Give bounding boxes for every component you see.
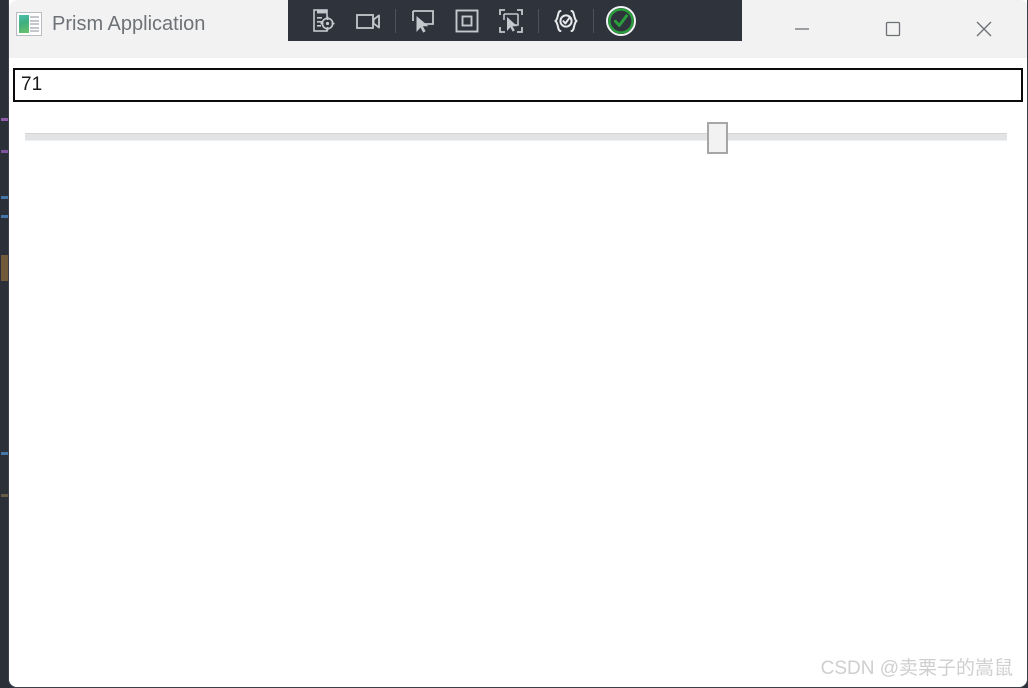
app-window-thumbnail-icon: [16, 12, 42, 36]
background-artifact: [1, 494, 8, 497]
icon-list-lines: [30, 15, 39, 33]
close-button[interactable]: [938, 0, 1027, 58]
minimize-button[interactable]: [756, 0, 847, 58]
client-area: CSDN @卖栗子的嵩鼠: [9, 58, 1027, 687]
background-artifact: [1, 215, 8, 218]
toolbar-separator: [538, 8, 539, 33]
background-artifact: [1, 118, 8, 121]
cursor-in-panel-icon: [412, 9, 434, 33]
page-title: Prism Application: [52, 12, 206, 35]
minimize-icon: [794, 28, 809, 30]
title-bar: Prism Application: [9, 0, 1027, 58]
icon-gradient-panel: [19, 15, 29, 33]
capture-region-button[interactable]: [489, 4, 533, 38]
toolbar-separator: [395, 8, 396, 33]
close-icon: [976, 21, 991, 37]
window-title-group: Prism Application: [16, 4, 205, 44]
watermark: CSDN @卖栗子的嵩鼠: [820, 658, 1013, 679]
braces-check-icon: [554, 9, 578, 32]
green-check-circle-icon: [606, 5, 636, 36]
background-artifact: [1, 196, 8, 199]
finish-validate-button[interactable]: [599, 4, 643, 38]
background-artifact: [1, 255, 8, 281]
maximize-button[interactable]: [847, 0, 938, 58]
window-controls: [756, 0, 1027, 58]
nested-square-icon: [455, 9, 479, 32]
add-assertion-button[interactable]: [544, 4, 588, 38]
record-button[interactable]: [346, 4, 390, 38]
document-crosshair-icon: [313, 8, 335, 32]
background-artifact: [1, 150, 8, 153]
slider-thumb[interactable]: [707, 122, 728, 154]
value-textbox[interactable]: [13, 68, 1023, 102]
select-element-button[interactable]: [401, 4, 445, 38]
maximize-icon: [885, 21, 900, 37]
slider-track[interactable]: [25, 133, 1007, 141]
recorder-toolbar: [288, 0, 742, 41]
background-artifact: [1, 452, 8, 455]
application-window: Prism Application 71 CSDN @卖栗子的嵩鼠: [8, 0, 1028, 688]
video-camera-icon: [356, 13, 380, 29]
value-slider[interactable]: [25, 118, 1007, 156]
cursor-crop-marks-icon: [499, 8, 523, 33]
toolbar-separator: [593, 8, 594, 33]
highlight-element-button[interactable]: [445, 4, 489, 38]
inspect-element-button[interactable]: [302, 4, 346, 38]
